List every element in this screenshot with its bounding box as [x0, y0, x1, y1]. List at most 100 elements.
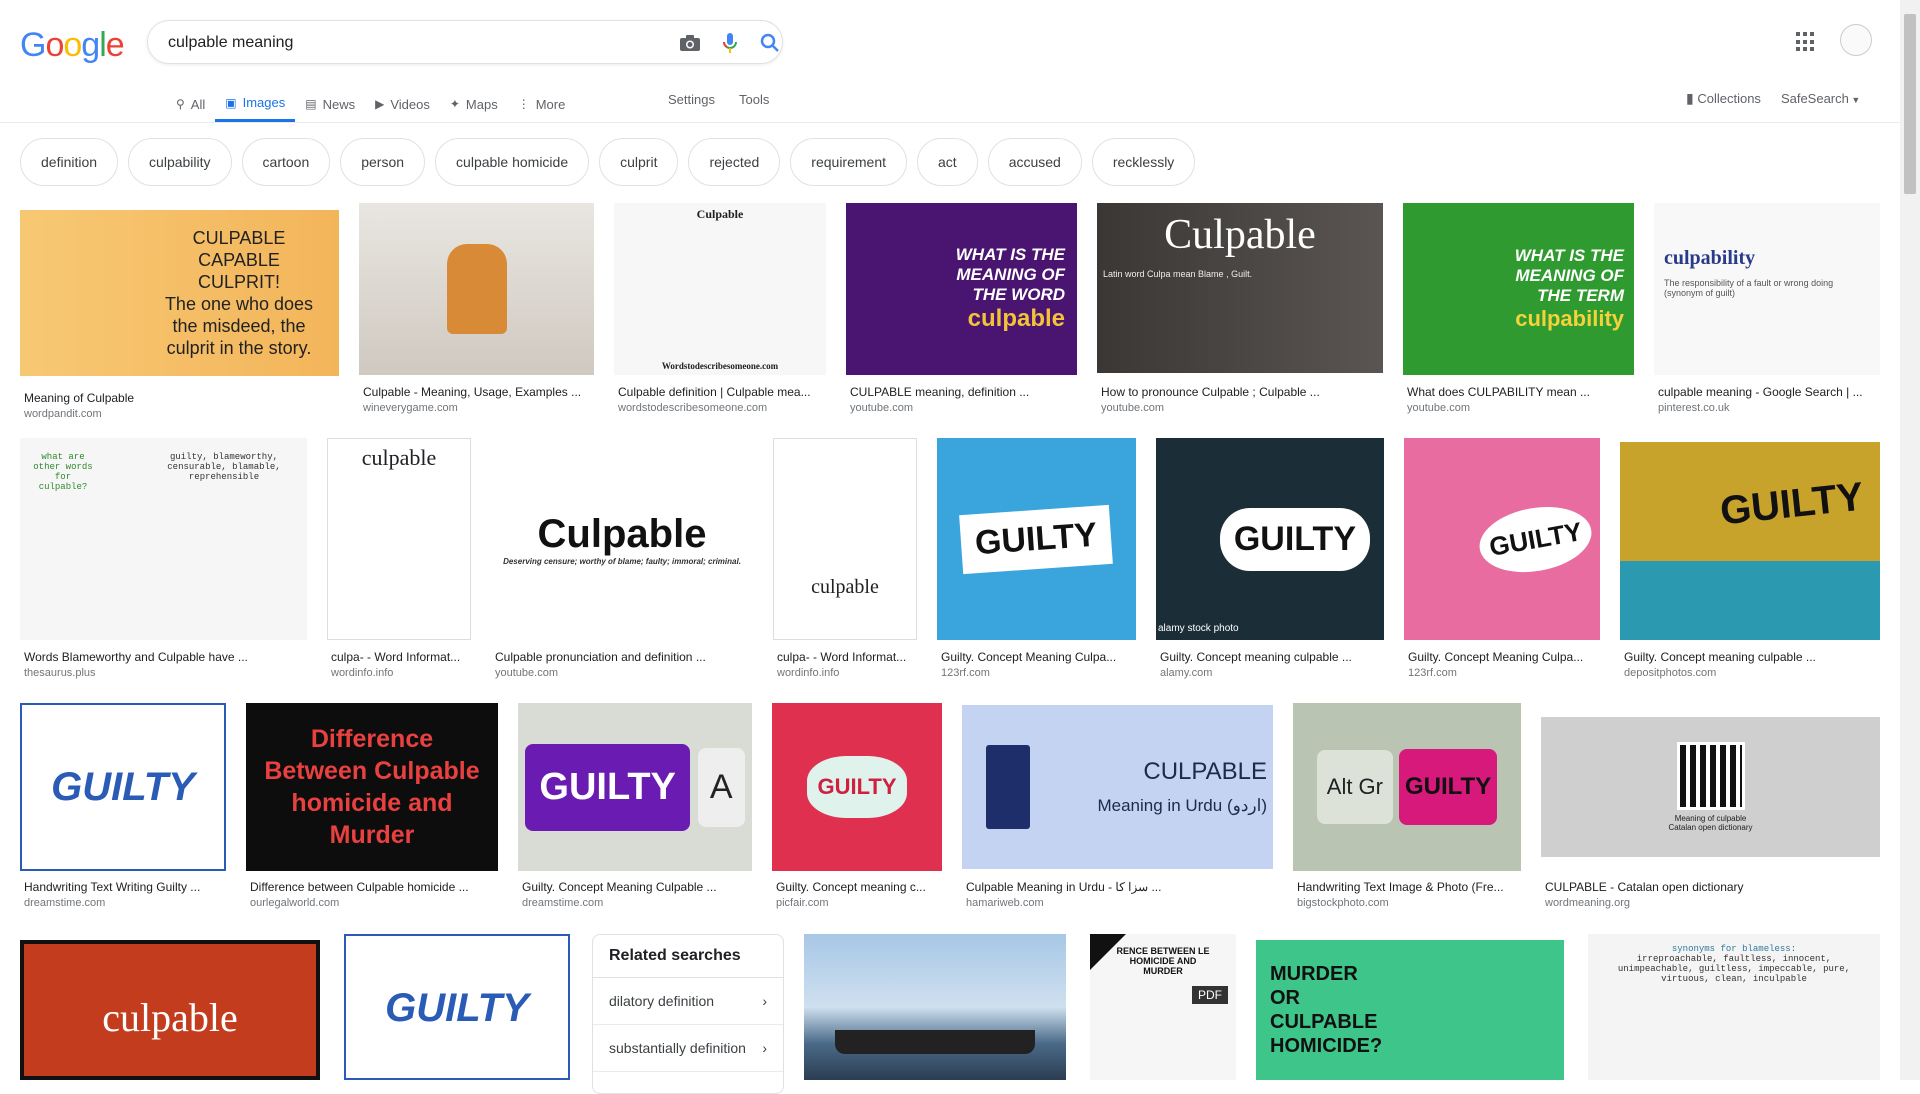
thumbnail-text: CULPABLE: [1143, 758, 1267, 785]
chip[interactable]: definition: [20, 138, 119, 186]
image-result[interactable]: CULPABLE Meaning in Urdu (اردو) Culpable…: [962, 703, 1273, 913]
result-thumbnail: Meaning of culpable Catalan open diction…: [1541, 717, 1880, 857]
ship-image: [835, 1030, 1035, 1054]
image-result[interactable]: RENCE BETWEEN LE HOMICIDE AND MURDER PDF: [1090, 934, 1236, 1080]
image-result[interactable]: WHAT IS THE MEANING OF THE WORD culpable…: [846, 203, 1077, 423]
collections-label: Collections: [1697, 91, 1761, 106]
image-result[interactable]: WHAT IS THE MEANING OF THE TERM culpabil…: [1403, 203, 1634, 423]
image-result[interactable]: Meaning of culpable Catalan open diction…: [1541, 703, 1880, 913]
tab-images[interactable]: ▣ Images: [215, 86, 296, 122]
image-result[interactable]: GUILTY Guilty. Concept Meaning Culpa... …: [1404, 438, 1600, 679]
search-box: [147, 20, 783, 65]
image-result[interactable]: Culpable - Meaning, Usage, Examples ... …: [359, 203, 594, 423]
image-result[interactable]: Culpable Deserving censure; worthy of bl…: [491, 438, 753, 679]
image-result[interactable]: [804, 934, 1066, 1080]
chip[interactable]: culpable homicide: [435, 138, 590, 186]
result-thumbnail: GUILTY: [772, 703, 942, 871]
tab-videos[interactable]: ▶ Videos: [365, 86, 440, 122]
thumbnail-text: GUILTY: [525, 743, 690, 831]
image-result[interactable]: GUILTY Guilty. Concept meaning c... picf…: [772, 703, 942, 913]
result-source: wordpandit.com: [24, 408, 102, 420]
image-result[interactable]: what are other words for culpable? guilt…: [20, 438, 307, 679]
image-result[interactable]: Culpable Latin word Culpa mean Blame , G…: [1097, 203, 1383, 423]
result-title: culpa- - Word Informat...: [777, 650, 907, 664]
chip[interactable]: requirement: [790, 138, 907, 186]
tab-more[interactable]: ⋮ More: [508, 86, 576, 122]
related-item[interactable]: substantially definition ›: [593, 1025, 783, 1072]
result-source: youtube.com: [850, 402, 913, 414]
result-thumbnail: Culpable Latin word Culpa mean Blame , G…: [1097, 203, 1383, 373]
tab-label: Maps: [465, 96, 498, 112]
image-result[interactable]: Culpable Wordstodescribesomeone.com Culp…: [614, 203, 826, 423]
chip[interactable]: culprit: [599, 138, 679, 186]
result-source: youtube.com: [1101, 402, 1164, 414]
thumbnail-text: GUILTY: [959, 504, 1114, 574]
image-result[interactable]: GUILTY Guilty. Concept meaning culpable …: [1620, 438, 1880, 679]
result-thumbnail: GUILTY: [1620, 442, 1880, 640]
image-result[interactable]: Alt Gr GUILTY Handwriting Text Image & P…: [1293, 703, 1521, 913]
thumbnail-text: GUILTY: [1399, 749, 1498, 825]
logo-letter: o: [63, 26, 82, 64]
thumbnail-text: guilty, blameworthy, censurable, blamabl…: [167, 452, 281, 482]
thumbnail-text: GUILTY: [385, 986, 529, 1030]
refinement-chips: definition culpability cartoon person cu…: [20, 138, 1196, 186]
image-result[interactable]: culpable culpa- - Word Informat... wordi…: [327, 438, 471, 679]
image-result[interactable]: synonyms for blameless: irreproachable, …: [1588, 934, 1880, 1080]
thumbnail-text: synonyms for blameless:: [1671, 944, 1797, 954]
image-result[interactable]: GUILTY: [344, 934, 570, 1080]
result-title: Guilty. Concept meaning culpable ...: [1624, 650, 1816, 664]
image-result[interactable]: GUILTY Handwriting Text Writing Guilty .…: [20, 703, 226, 913]
google-logo[interactable]: Google: [20, 26, 125, 65]
microphone-icon[interactable]: [717, 30, 743, 56]
thumbnail-text: GUILTY: [807, 756, 907, 818]
tools-link[interactable]: Tools: [739, 92, 769, 107]
chip[interactable]: cartoon: [241, 138, 331, 186]
result-thumbnail: WHAT IS THE MEANING OF THE WORD culpable: [846, 203, 1077, 375]
result-source: 123rf.com: [941, 667, 990, 679]
related-item[interactable]: dilatory definition ›: [593, 978, 783, 1025]
image-result[interactable]: MURDER OR CULPABLE HOMICIDE?: [1256, 940, 1564, 1080]
chip[interactable]: act: [917, 138, 978, 186]
thumbnail-text: Meaning in Urdu (اردو): [1097, 796, 1267, 815]
image-result[interactable]: culpable culpa- - Word Informat... wordi…: [773, 438, 917, 679]
result-thumbnail: WHAT IS THE MEANING OF THE TERM culpabil…: [1403, 203, 1634, 375]
collections-link[interactable]: ▮ Collections: [1686, 90, 1761, 107]
tab-maps[interactable]: ✦ Maps: [440, 86, 508, 122]
settings-link[interactable]: Settings: [668, 92, 715, 107]
search-input[interactable]: [166, 21, 630, 65]
thumbnail-text: GUILTY: [51, 764, 195, 809]
chevron-right-icon: ›: [762, 993, 767, 1009]
image-result[interactable]: GUILTY alamy stock photo Guilty. Concept…: [1156, 438, 1384, 679]
thumbnail-text: CULPABLE CAPABLE CULPRIT! The one who do…: [164, 228, 314, 358]
chip[interactable]: rejected: [688, 138, 781, 186]
camera-icon[interactable]: [677, 30, 703, 56]
image-result[interactable]: Difference Between Culpable homicide and…: [246, 703, 498, 913]
thumbnail-text: WHAT IS THE MEANING OF THE TERM: [1514, 246, 1624, 305]
scrollbar-thumb[interactable]: [1904, 14, 1916, 194]
safesearch-dropdown[interactable]: SafeSearch ▼: [1781, 91, 1860, 106]
avatar[interactable]: [1840, 24, 1872, 56]
apps-grid-icon[interactable]: [1796, 32, 1816, 52]
chip[interactable]: accused: [987, 138, 1082, 186]
tab-label: Images: [242, 95, 286, 110]
image-result[interactable]: GUILTY A Guilty. Concept Meaning Culpabl…: [518, 703, 752, 913]
chip[interactable]: person: [340, 138, 426, 186]
thumbnail-text: Culpable: [696, 207, 744, 221]
image-result[interactable]: culpable: [20, 940, 320, 1080]
result-thumbnail: GUILTY alamy stock photo: [1156, 438, 1384, 640]
qr-code-image: [1676, 742, 1745, 810]
search-icon[interactable]: [757, 30, 783, 56]
thumbnail-text: MURDER OR CULPABLE HOMICIDE?: [1270, 963, 1383, 1057]
image-result[interactable]: CULPABLE CAPABLE CULPRIT! The one who do…: [20, 203, 339, 423]
image-result[interactable]: culpability The responsibility of a faul…: [1654, 203, 1880, 423]
chip[interactable]: recklessly: [1091, 138, 1196, 186]
tab-news[interactable]: ▤ News: [295, 86, 365, 122]
tab-label: Videos: [390, 96, 430, 112]
tab-all[interactable]: ⚲ All: [166, 86, 215, 122]
book-icon: [986, 745, 1030, 829]
result-source: wineverygame.com: [363, 402, 458, 414]
thumbnail-text: culpability: [1664, 247, 1756, 269]
result-thumbnail: GUILTY: [344, 934, 570, 1080]
chip[interactable]: culpability: [128, 138, 232, 186]
image-result[interactable]: GUILTY Guilty. Concept Meaning Culpa... …: [937, 438, 1136, 679]
